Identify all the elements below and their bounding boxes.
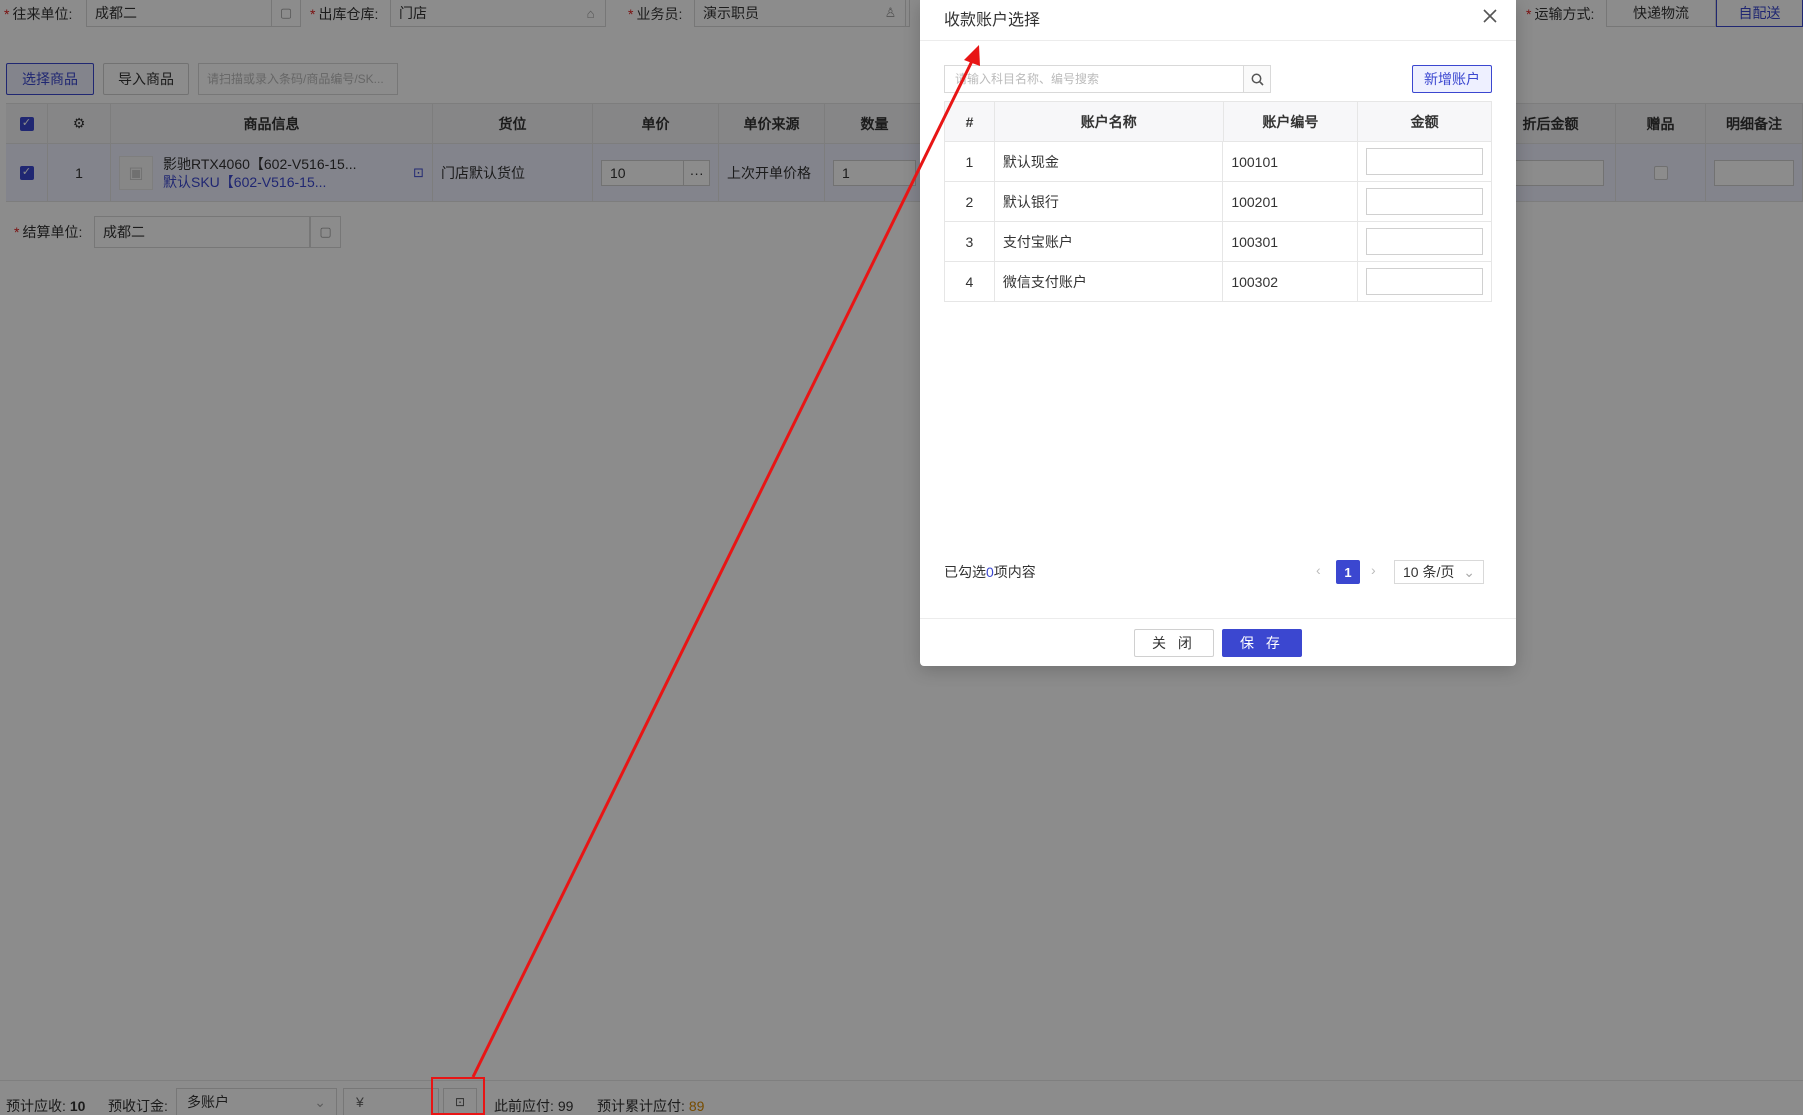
table-row[interactable]: 3 支付宝账户 100301 [945,222,1492,262]
row-index: 2 [945,182,995,221]
table-row[interactable]: 2 默认银行 100201 [945,182,1492,222]
table-row[interactable]: 1 默认现金 100101 [945,142,1492,182]
amount-input[interactable] [1366,188,1483,215]
row-index: 1 [945,142,995,181]
account-name: 支付宝账户 [995,222,1224,261]
header-account-name: 账户名称 [995,102,1224,141]
account-table-header: # 账户名称 账户编号 金额 [945,102,1492,142]
row-index: 4 [945,262,995,301]
account-code: 100201 [1223,182,1358,221]
pager-next-icon[interactable]: › [1371,562,1376,578]
selected-count-text: 已勾选0项内容 [944,564,1036,580]
header-index: # [945,102,995,141]
amount-input[interactable] [1366,268,1483,295]
header-amount: 金额 [1358,102,1492,141]
header-account-code: 账户编号 [1224,102,1359,141]
account-name: 默认银行 [995,182,1224,221]
amount-input[interactable] [1366,228,1483,255]
search-icon[interactable] [1243,65,1271,93]
account-code: 100101 [1223,142,1358,181]
annotation-highlight-box [431,1077,485,1115]
account-code: 100301 [1223,222,1358,261]
modal-footer-divider [920,618,1516,619]
chevron-down-icon: ⌄ [1463,564,1475,580]
page-size-select[interactable]: 10 条/页 ⌄ [1394,560,1484,584]
modal-header-divider [920,40,1516,41]
close-button[interactable]: 关 闭 [1134,629,1214,657]
close-icon[interactable] [1478,4,1502,28]
account-table: # 账户名称 账户编号 金额 1 默认现金 100101 2 默认银行 1002… [944,101,1492,302]
account-name: 微信支付账户 [995,262,1224,301]
row-index: 3 [945,222,995,261]
table-row[interactable]: 4 微信支付账户 100302 [945,262,1492,302]
account-name: 默认现金 [995,142,1224,181]
add-account-button[interactable]: 新增账户 [1412,65,1492,93]
selected-count: 0 [986,564,994,580]
modal-title: 收款账户选择 [944,12,1041,29]
pager-current-page[interactable]: 1 [1336,560,1360,584]
pager-prev-icon[interactable]: ‹ [1316,562,1321,578]
save-button[interactable]: 保 存 [1222,629,1302,657]
modal-mask[interactable] [0,0,1803,1115]
account-search-input[interactable]: 请输入科目名称、编号搜索 [944,65,1244,93]
amount-input[interactable] [1366,148,1483,175]
account-code: 100302 [1223,262,1358,301]
